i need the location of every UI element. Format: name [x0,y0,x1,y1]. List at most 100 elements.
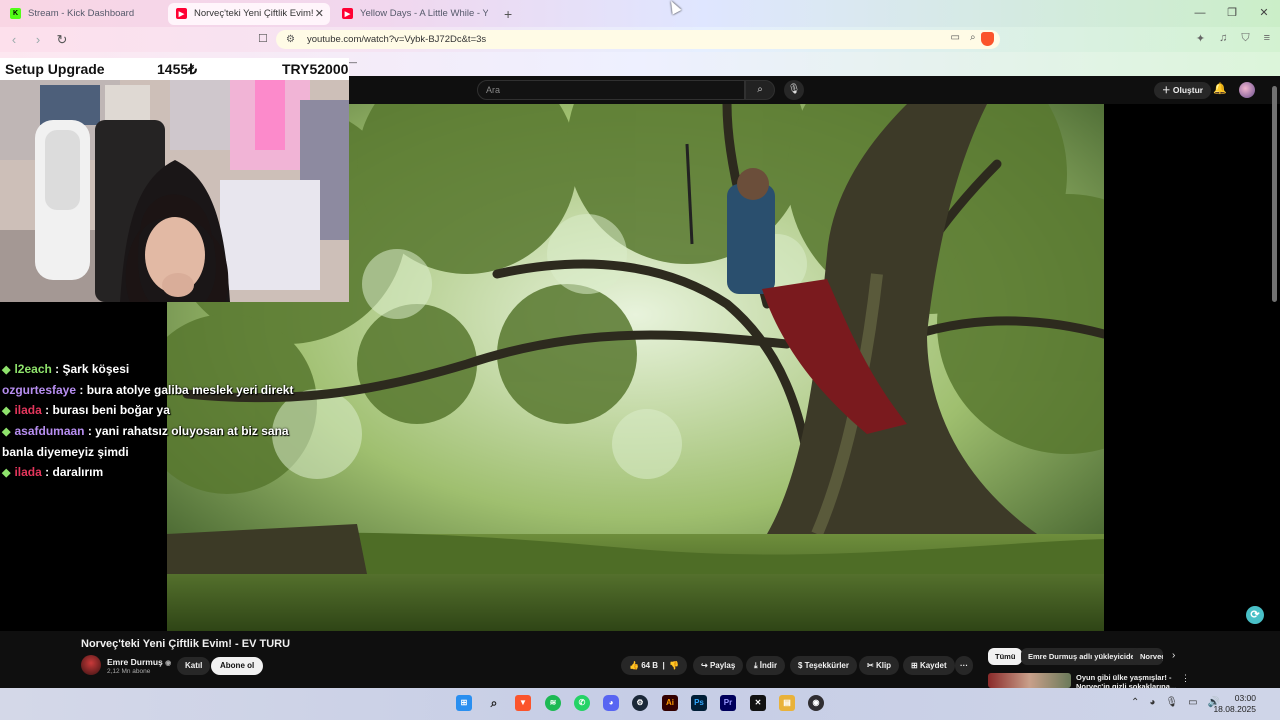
media-icon[interactable]: ♫ [1219,32,1227,45]
channel-name[interactable]: Emre Durmuş ◉ [107,657,171,667]
chip-all[interactable]: Tümü [988,648,1023,665]
avatar[interactable] [1239,82,1255,98]
maximize-button[interactable]: ❐ [1216,0,1248,27]
thumbs-up-icon: 👍 [629,661,642,670]
chevron-right-icon[interactable]: › [1172,650,1175,661]
join-button[interactable]: Katıl [177,657,211,675]
share-button[interactable]: ↪ Paylaş [693,656,744,675]
recommended-title-line1: Oyun gibi ülke yaşmışlar! - [1076,673,1172,682]
like-count: 64 B [641,661,659,670]
url-text: youtube.com/watch?v=Vybk-BJ72Dc&t=3s [306,34,487,45]
illustrator-icon[interactable]: Ai [662,695,678,711]
download-button[interactable]: ⤓ İndir [746,656,786,675]
create-button[interactable]: ＋ Oluştur [1154,82,1212,99]
thanks-icon: $ [798,661,805,670]
capcut-icon[interactable]: ✕ [750,695,766,711]
scrollbar[interactable] [1272,86,1277,302]
microphone-icon[interactable]: 🎙 [784,80,804,100]
chevron-up-icon[interactable]: ⌃ [1131,697,1139,708]
close-tab-icon[interactable]: ✕ [315,7,324,20]
steam-icon[interactable]: ⚙ [632,695,648,711]
cast-icon[interactable]: ▭ [951,32,960,43]
scissors-icon: ✂ [867,661,876,670]
back-icon[interactable]: ‹ [4,32,24,47]
url-input[interactable]: ⚙ youtube.com/watch?v=Vybk-BJ72Dc&t=3s ▭… [276,30,1000,49]
channel-watermark-icon[interactable]: ⟳ [1246,606,1264,624]
thanks-button[interactable]: $ Teşekkürler [790,656,857,675]
goal-target-amount: TRY52000 [282,61,349,77]
microphone-icon[interactable]: 🎙 [1165,697,1178,708]
obs-icon[interactable]: ◉ [808,695,824,711]
address-bar-row: ‹ › ↻ ☐ ⚙ youtube.com/watch?v=Vybk-BJ72D… [0,27,1280,52]
search-icon[interactable]: ⌕ [745,80,775,100]
site-info-icon[interactable]: ⚙ [286,34,295,45]
chat-text: daralırım [52,465,104,479]
menu-icon[interactable]: ≡ [1264,32,1270,45]
notifications-icon[interactable]: 🔔 [1213,82,1227,95]
discord-icon[interactable]: ◕ [603,695,619,711]
chat-message: ◆ ilada : burası beni boğar ya [2,403,170,417]
subscriber-count: 2,12 Mn abone [107,668,151,675]
brave-icon[interactable]: ▼ [515,695,531,711]
thanks-label: Teşekkürler [804,661,849,670]
chat-message: ◆ ilada : daralırım [2,465,104,479]
search-input[interactable]: Ara [477,80,745,100]
photoshop-icon[interactable]: Ps [691,695,707,711]
chat-overlay: ◆ l2each : Şark köşesi ozgurtesfaye : bur… [2,359,322,483]
save-button[interactable]: ⊞ Kaydet [903,656,955,675]
webcam-frame [0,80,349,302]
extensions-icon[interactable]: ✦ [1196,32,1205,45]
clock[interactable]: 03:00 18.08.2025 [1213,693,1256,715]
clip-button[interactable]: ✂ Klip [859,656,900,675]
donation-goal-bar: Setup Upgrade 1455₺ TRY52000 [0,58,349,80]
goal-current-amount: 1455₺ [157,60,198,77]
create-label: Oluştur [1172,85,1204,95]
brave-shield-icon[interactable] [981,32,994,46]
search-icon[interactable]: ⌕ [486,695,502,711]
chat-username: asafdumaan [14,424,85,438]
tab-youtube-music[interactable]: ▶ Yellow Days - A Little While - YouTube [334,3,496,25]
youtube-header: Ara ⌕ 🎙 ＋ Oluştur 🔔 [349,76,1280,104]
zoom-icon[interactable]: ⌕ [970,32,976,43]
bookmark-icon[interactable]: ☐ [258,32,268,45]
discord-tray-icon[interactable]: ◕ [1149,697,1155,708]
chat-message: ozgurtesfaye : bura atolye galiba meslek… [2,383,294,397]
recommended-thumbnail[interactable] [988,673,1071,688]
thumbs-down-icon[interactable]: 👎 [669,661,679,670]
chip-norway[interactable]: Norveç [1133,648,1163,665]
forward-icon[interactable]: › [28,32,48,47]
like-button[interactable]: 👍 64 B | 👎 [621,656,688,675]
tab-title: Stream - Kick Dashboard [28,8,135,19]
share-icon: ↪ [701,661,710,670]
tab-youtube-video[interactable]: ▶ Norveç'teki Yeni Çiftlik Evim! - EV TU… [168,2,330,25]
display-icon[interactable]: ▭ [1188,697,1197,708]
vpn-icon[interactable]: ⛉ [1241,32,1249,45]
spotify-icon[interactable]: ≋ [545,695,561,711]
channel-name-text: Emre Durmuş [107,657,163,667]
kick-icon: K [10,8,21,19]
chat-text: burası beni boğar ya [52,403,170,417]
new-tab-button[interactable]: + [504,6,512,22]
sub-badge-icon: ◆ [2,426,11,438]
files-icon[interactable]: ▤ [779,695,795,711]
tab-strip: K Stream - Kick Dashboard ▶ Norveç'teki … [0,0,1280,27]
chat-username: ilada [14,465,42,479]
more-options-icon[interactable]: ⋮ [1181,673,1190,684]
premiere-icon[interactable]: Pr [720,695,736,711]
chat-message: ◆ asafdumaan : yani rahatsız oluyosan at … [2,424,289,459]
date: 18.08.2025 [1213,704,1256,714]
subscribe-button[interactable]: Abone ol [211,657,264,675]
taskbar: ⊞ ⌕ ▼ ≋ ✆ ◕ ⚙ Ai Ps Pr ✕ ▤ ◉ ⌃ ◕ 🎙 ▭ 🔊 0… [0,688,1280,720]
reload-icon[interactable]: ↻ [52,32,72,48]
minimize-button[interactable]: — [1184,0,1216,27]
more-actions-button[interactable]: ··· [955,656,973,675]
windows-start-icon[interactable]: ⊞ [456,695,472,711]
video-title: Norveç'teki Yeni Çiftlik Evim! - EV TURU [81,638,291,650]
clip-label: Klip [875,661,892,670]
channel-avatar[interactable] [81,655,101,675]
chat-username: l2each [14,362,52,376]
tab-kick-dashboard[interactable]: K Stream - Kick Dashboard [2,3,164,25]
whatsapp-icon[interactable]: ✆ [574,695,590,711]
close-window-button[interactable]: ✕ [1248,0,1280,27]
chip-from-uploader[interactable]: Emre Durmuş adlı yükleyiciden [1021,648,1147,665]
